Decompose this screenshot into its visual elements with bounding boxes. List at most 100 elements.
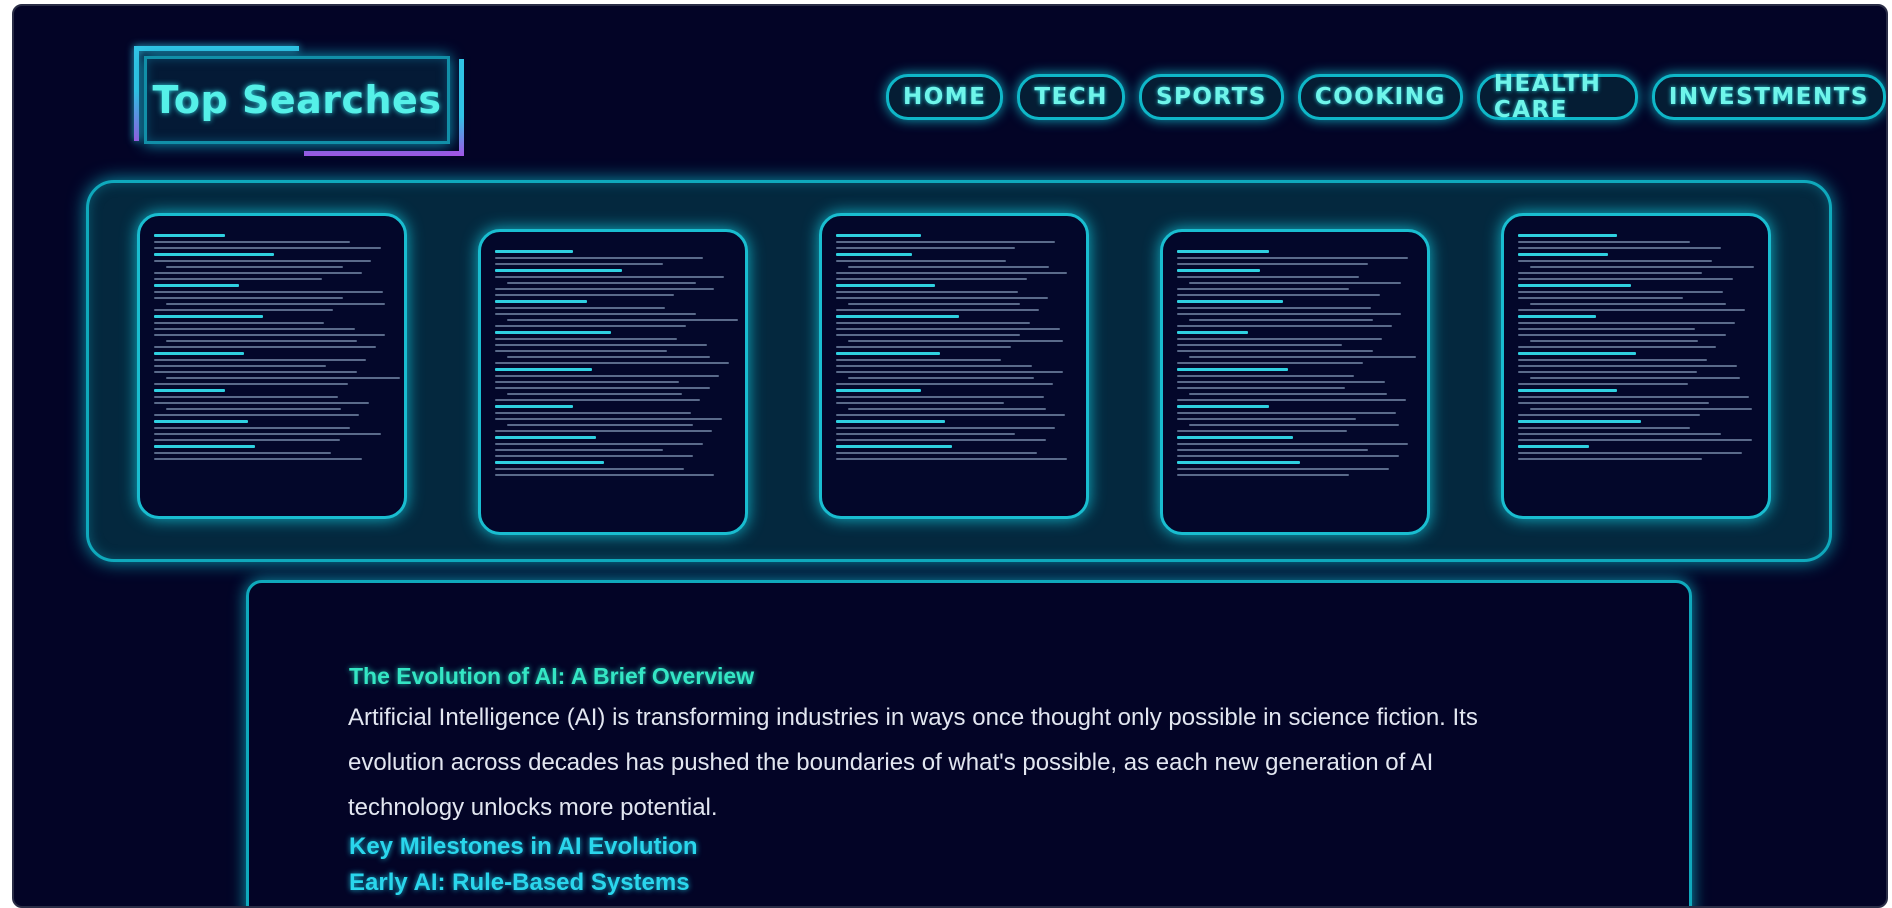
card-career-development[interactable] <box>478 229 748 535</box>
card-text-line <box>154 234 225 237</box>
card-text-line <box>154 458 362 460</box>
article-heading-milestones: Key Milestones in AI Evolution <box>349 833 698 860</box>
card-text-line <box>495 300 588 303</box>
card-text-line <box>1518 309 1745 311</box>
card-text-line <box>154 322 324 324</box>
card-text-line <box>154 253 275 256</box>
nav-sports[interactable]: SPORTS <box>1138 74 1284 120</box>
card-text-line <box>154 402 369 404</box>
card-text-line <box>836 383 1054 385</box>
card-text-line <box>1177 387 1345 389</box>
card-text-line <box>836 272 1068 274</box>
card-text-line <box>836 284 936 287</box>
card-text-line <box>154 439 341 441</box>
card-text-line <box>1518 334 1726 336</box>
card-text-line <box>1177 331 1248 334</box>
card-text-line <box>154 346 376 348</box>
card-text-line <box>1518 352 1636 355</box>
card-text-line <box>154 260 372 262</box>
card-self-improvement[interactable] <box>1160 229 1430 535</box>
card-text-line <box>154 328 355 330</box>
card-text-line <box>836 452 1037 454</box>
card-text-line <box>495 294 675 296</box>
card-text-line <box>1530 340 1698 342</box>
card-text-line <box>154 284 239 287</box>
card-text-line <box>154 315 263 318</box>
card-text-line <box>154 433 381 435</box>
card-text-line <box>1518 452 1743 454</box>
card-text-line <box>1177 288 1350 290</box>
card-text-line <box>836 396 1044 398</box>
card-text-line <box>495 331 611 334</box>
card-text-line <box>507 319 739 321</box>
card-text-line <box>1177 307 1371 309</box>
card-text-line <box>166 303 386 305</box>
card-text-line <box>1177 300 1284 303</box>
card-ai-evolution[interactable] <box>137 213 407 519</box>
card-text-line <box>507 282 696 284</box>
card-text-line <box>848 340 1063 342</box>
card-technology-trends[interactable] <box>819 213 1089 519</box>
logo-text: Top Searches <box>152 78 442 122</box>
card-lifestyle-balance[interactable] <box>1501 213 1771 519</box>
card-text-line <box>836 278 1028 280</box>
card-text-line <box>154 309 334 311</box>
card-text-line <box>1177 344 1343 346</box>
card-text-line <box>836 439 1047 441</box>
card-text-line <box>836 291 1018 293</box>
card-text-line <box>848 408 1047 410</box>
logo[interactable]: Top Searches <box>134 46 464 156</box>
card-text-line <box>1189 356 1416 358</box>
card-text-line <box>836 334 1021 336</box>
card-text-line <box>1518 328 1695 330</box>
card-text-line <box>1518 297 1684 299</box>
card-text-line <box>836 352 940 355</box>
card-text-line <box>1177 294 1380 296</box>
card-text-line <box>1177 455 1399 457</box>
nav-health-care[interactable]: HEALTH CARE <box>1476 71 1638 123</box>
card-text-line <box>1518 420 1641 423</box>
card-text-line <box>154 427 350 429</box>
logo-box: Top Searches <box>144 56 450 144</box>
card-text-line <box>495 405 573 408</box>
card-text-line <box>166 377 400 379</box>
card-text-line <box>1177 468 1390 470</box>
card-text-line <box>1189 424 1400 426</box>
card-text-line <box>836 414 1065 416</box>
card-text-line <box>154 359 367 361</box>
card-text-line <box>1518 427 1691 429</box>
card-text-line <box>836 402 1004 404</box>
card-text-line <box>507 424 694 426</box>
card-text-line <box>1177 325 1392 327</box>
card-text-line <box>495 276 724 278</box>
nav-tech[interactable]: TECH <box>1017 74 1125 120</box>
card-text-line <box>1518 458 1703 460</box>
card-text-line <box>166 408 341 410</box>
card-text-line <box>1189 319 1374 321</box>
card-text-line <box>836 322 1030 324</box>
card-text-line <box>495 449 663 451</box>
card-text-line <box>1518 322 1736 324</box>
card-text-line <box>154 334 386 336</box>
card-text-line <box>1177 436 1293 439</box>
nav-investments[interactable]: INVESTMENTS <box>1651 74 1886 120</box>
card-text-line <box>495 430 713 432</box>
page-frame: Top Searches HOME TECH SPORTS COOKING HE… <box>12 4 1888 908</box>
card-text-line <box>1177 443 1409 445</box>
nav-home[interactable]: HOME <box>886 74 1004 120</box>
card-text-line <box>1177 250 1270 253</box>
card-text-line <box>495 344 708 346</box>
card-text-line <box>836 234 921 237</box>
card-text-line <box>836 359 1002 361</box>
card-text-line <box>1518 247 1721 249</box>
article-body: Artificial Intelligence (AI) is transfor… <box>348 704 1478 821</box>
card-text-line <box>495 455 694 457</box>
card-text-line <box>495 362 729 364</box>
card-text-line <box>1518 253 1608 256</box>
nav-cooking[interactable]: COOKING <box>1297 74 1463 120</box>
card-text-line <box>1518 389 1618 392</box>
card-text-line <box>495 436 597 439</box>
card-text-line <box>1530 266 1755 268</box>
card-text-line <box>1518 371 1698 373</box>
card-text-line <box>848 266 1049 268</box>
